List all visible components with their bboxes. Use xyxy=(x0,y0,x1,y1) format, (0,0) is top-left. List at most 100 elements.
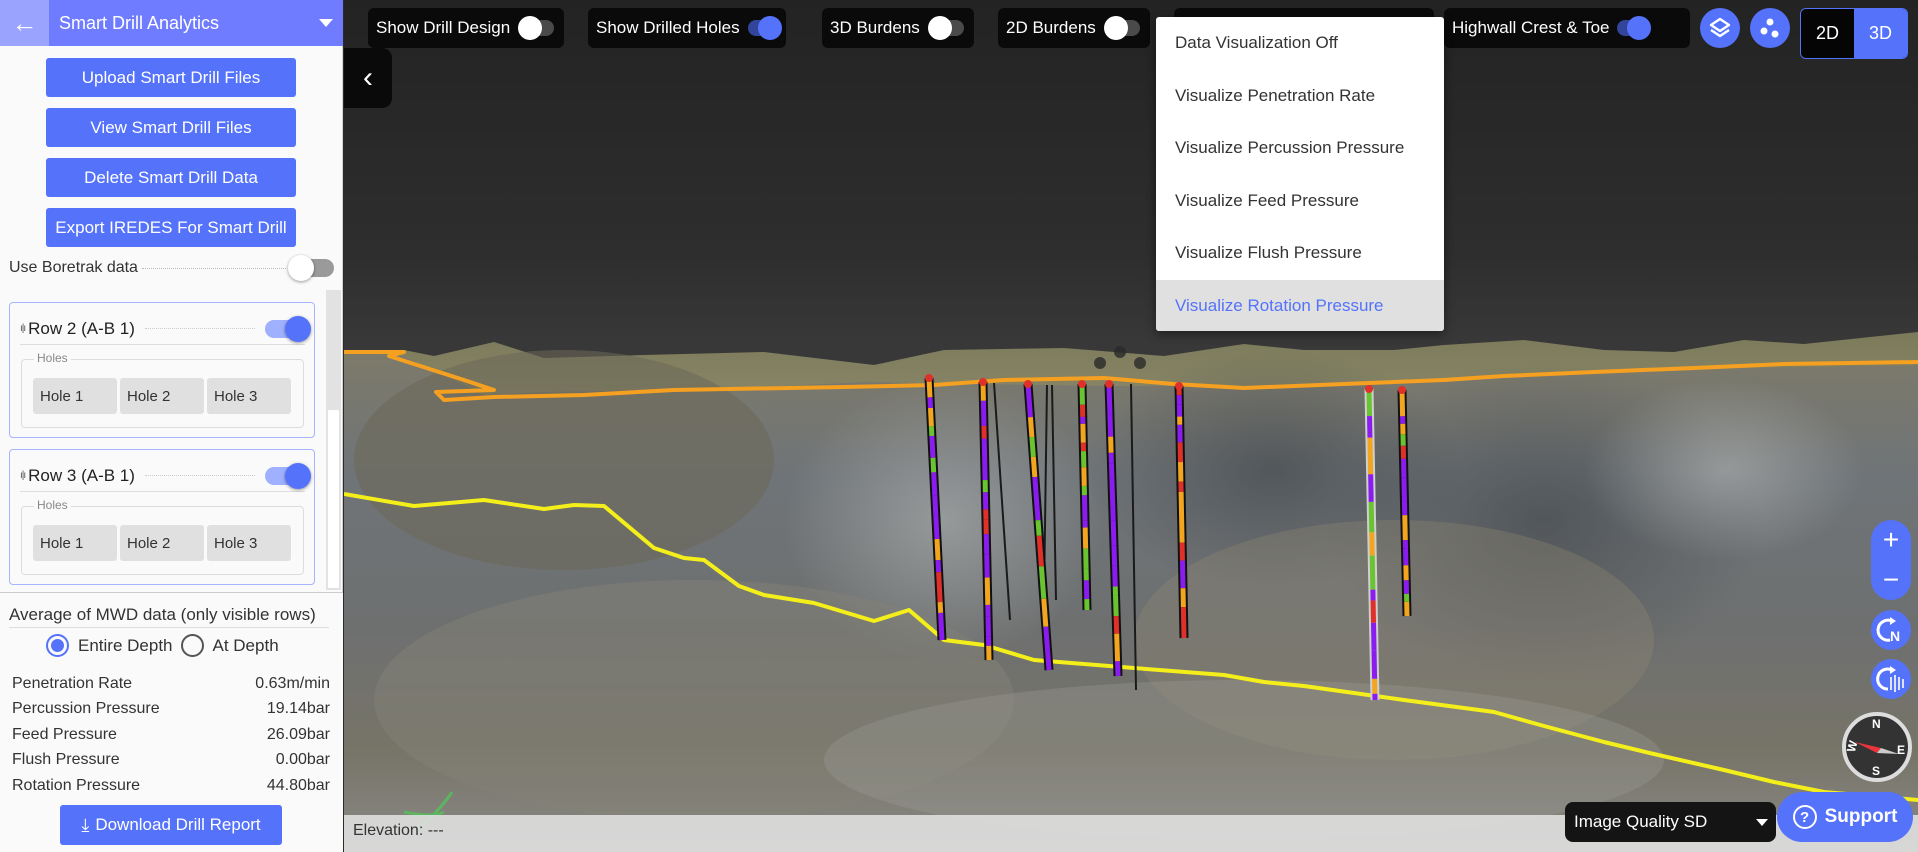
menu-item-feed-pressure[interactable]: Visualize Feed Pressure xyxy=(1156,175,1444,228)
menu-item-rotation-pressure[interactable]: Visualize Rotation Pressure xyxy=(1156,279,1444,331)
download-drill-report-button[interactable]: ⤓ Download Drill Report xyxy=(60,805,282,845)
hole-segment xyxy=(1179,514,1185,543)
entire-depth-radio[interactable] xyxy=(46,634,69,657)
arrow-left-icon: ← xyxy=(11,7,38,38)
hole-segment xyxy=(1032,476,1039,493)
view-smart-drill-files-button[interactable]: View Smart Drill Files xyxy=(46,108,296,147)
menu-item-penetration-rate[interactable]: Visualize Penetration Rate xyxy=(1156,70,1444,123)
3d-viewport[interactable]: ‹ Show Drill Design Show Drilled Holes 3… xyxy=(344,0,1918,852)
stat-name: Penetration Rate xyxy=(12,675,133,692)
show-drill-design-chip: Show Drill Design xyxy=(368,8,565,48)
hole-segment xyxy=(1113,616,1120,634)
hole-segment xyxy=(1366,388,1373,417)
hole-segment xyxy=(1371,650,1378,679)
hole-segment xyxy=(1030,456,1038,478)
hole-segment xyxy=(1368,501,1375,533)
hole-chip[interactable]: Hole 1 xyxy=(33,378,117,414)
zoom-in-button[interactable]: + xyxy=(1871,520,1911,560)
help-icon: ? xyxy=(1792,805,1817,829)
depth-mode-radio-group: Entire Depth At Depth xyxy=(46,634,279,657)
row-label: Row 2 (A-B 1) xyxy=(28,318,135,338)
zoom-out-button[interactable]: − xyxy=(1871,560,1911,600)
view-mode-3d-button[interactable]: 3D xyxy=(1854,9,1907,58)
toggle-knob xyxy=(285,315,311,342)
entire-depth-label: Entire Depth xyxy=(78,635,173,655)
hole-chip[interactable]: Hole 2 xyxy=(120,525,204,561)
hole-segment xyxy=(935,559,942,573)
stat-value: 19.14bar xyxy=(266,700,330,717)
boretrak-toggle[interactable] xyxy=(288,255,334,281)
menu-item-visualization-off[interactable]: Data Visualization Off xyxy=(1156,17,1444,70)
2d-burdens-chip: 2D Burdens xyxy=(998,8,1150,48)
highwall-crest-toe-toggle[interactable] xyxy=(1617,16,1652,40)
compass-s-label: S xyxy=(1872,764,1880,778)
show-drilled-holes-chip: Show Drilled Holes xyxy=(588,8,786,48)
hole-collar xyxy=(1398,386,1406,394)
hole-segment xyxy=(1402,515,1408,541)
hole-segment xyxy=(929,435,936,458)
hole-segment xyxy=(932,495,939,516)
upload-smart-drill-files-button[interactable]: Upload Smart Drill Files xyxy=(46,58,296,97)
hole-segment xyxy=(1035,519,1042,536)
3d-burdens-toggle[interactable] xyxy=(927,16,964,40)
mwd-title: Average of MWD data (only visible rows) xyxy=(9,605,329,628)
show-drilled-holes-toggle[interactable] xyxy=(747,16,782,40)
export-iredes-button[interactable]: Export IREDES For Smart Drill xyxy=(46,208,296,247)
row-label: Row 3 (A-B 1) xyxy=(28,465,135,485)
2d-burdens-toggle[interactable] xyxy=(1103,16,1140,40)
hole-chip[interactable]: Hole 1 xyxy=(33,525,117,561)
delete-smart-drill-data-button[interactable]: Delete Smart Drill Data xyxy=(46,158,296,197)
stat-value: 0.63m/min xyxy=(255,675,330,692)
hole-segment xyxy=(1114,633,1121,662)
hole-chip[interactable]: Hole 2 xyxy=(120,378,204,414)
zoom-control: + − xyxy=(1871,520,1911,600)
toggle-label: Show Drill Design xyxy=(376,18,511,37)
reset-tilt-button[interactable] xyxy=(1871,659,1911,699)
hole-segment xyxy=(984,554,990,578)
menu-item-flush-pressure[interactable]: Visualize Flush Pressure xyxy=(1156,227,1444,280)
compass-n-label: N xyxy=(1872,717,1881,731)
view-mode-2d-button[interactable]: 2D xyxy=(1801,9,1854,58)
compass[interactable]: N E S W xyxy=(1841,711,1913,783)
menu-item-percussion-pressure[interactable]: Visualize Percussion Pressure xyxy=(1156,122,1444,175)
image-quality-select[interactable]: Image Quality SD xyxy=(1565,802,1776,842)
row-card: ı|ı Row 2 (A-B 1) Holes Hole 1 Hole 2 Ho… xyxy=(9,302,315,438)
point-cloud-button[interactable] xyxy=(1750,8,1790,48)
stat-row: Flush Pressure 0.00bar xyxy=(12,751,330,776)
hole-segment xyxy=(1106,383,1113,415)
hole-collar xyxy=(1105,380,1113,388)
image-quality-value: Image Quality SD xyxy=(1574,812,1708,831)
layers-button[interactable] xyxy=(1700,8,1740,48)
hole-segment xyxy=(1036,535,1044,567)
hole-segment xyxy=(1112,565,1118,587)
hole-segment xyxy=(1045,649,1052,667)
row-visibility-toggle[interactable] xyxy=(265,462,311,489)
hole-collar xyxy=(979,378,987,386)
dotted-leader xyxy=(144,328,255,329)
sidebar-scrollbar-thumb[interactable] xyxy=(328,410,339,588)
collapse-sidebar-button[interactable]: ‹ xyxy=(344,48,392,108)
reset-north-button[interactable]: N xyxy=(1871,610,1911,650)
hole-segment xyxy=(1027,416,1035,438)
stat-name: Rotation Pressure xyxy=(12,777,141,794)
dotted-leader xyxy=(141,267,286,269)
row-visibility-toggle[interactable] xyxy=(265,315,311,342)
caret-down-icon[interactable] xyxy=(319,19,333,27)
drill-row-icon: ı|ı xyxy=(20,470,26,481)
holes-legend: Holes xyxy=(34,498,71,512)
hole-chip[interactable]: Hole 3 xyxy=(207,378,291,414)
svg-text:N: N xyxy=(1890,628,1900,644)
stat-name: Flush Pressure xyxy=(12,751,120,768)
hole-segment xyxy=(933,515,940,540)
drill-row-icon: ı|ı xyxy=(20,323,26,334)
toggle-label: Highwall Crest & Toe xyxy=(1452,18,1610,37)
back-button[interactable]: ← xyxy=(0,0,49,46)
hole-segment xyxy=(1029,436,1036,458)
support-button[interactable]: ? Support xyxy=(1777,792,1913,842)
stat-value: 44.80bar xyxy=(266,777,330,794)
at-depth-radio[interactable] xyxy=(180,634,204,657)
holes-legend: Holes xyxy=(34,351,71,365)
show-drill-design-toggle[interactable] xyxy=(518,16,555,40)
hole-chip[interactable]: Hole 3 xyxy=(207,525,291,561)
toggle-label: 3D Burdens xyxy=(830,18,920,37)
